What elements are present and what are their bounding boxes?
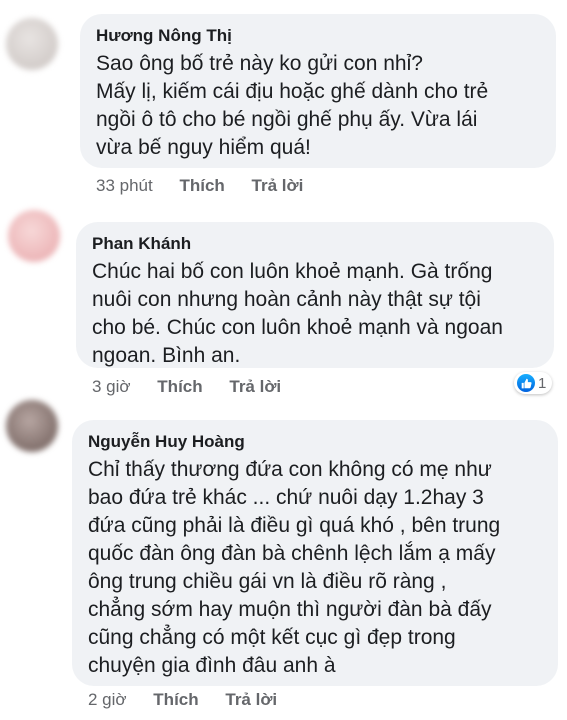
reaction-count-badge[interactable]: 1 [514, 372, 553, 394]
comment-bubble: Phan Khánh Chúc hai bố con luôn khoẻ mạn… [76, 222, 554, 368]
reaction-count: 1 [538, 374, 547, 392]
comment-text-line: cũng chẳng có một kết cục gì đẹp trong [88, 626, 456, 649]
comment-author[interactable]: Hương Nông Thị [96, 26, 540, 46]
comment-text-line: ngoan. Bình an. [92, 344, 241, 367]
comment-text-line: ông trung chiều gái vn là điều rõ ràng , [88, 570, 447, 593]
comment-text-line: Chúc hai bố con luôn khoẻ mạnh. Gà trống [92, 260, 493, 283]
comment-text-line: Chỉ thấy thương đứa con không có mẹ như [88, 458, 492, 481]
comment-timestamp[interactable]: 2 giờ [88, 690, 127, 709]
reply-button[interactable]: Trả lời [252, 176, 304, 195]
comment-text-line: vừa bế nguy hiểm quá! [96, 136, 311, 159]
thumbs-up-icon [517, 374, 535, 392]
comment-author[interactable]: Phan Khánh [92, 234, 538, 254]
comment-bubble: Hương Nông Thị Sao ông bố trẻ này ko gửi… [80, 14, 556, 168]
comment-text-line: bao đứa trẻ khác ... chứ nuôi dạy 1.2hay… [88, 486, 484, 509]
comment-text-line: Sao ông bố trẻ này ko gửi con nhỉ? [96, 52, 423, 75]
reply-button[interactable]: Trả lời [229, 377, 281, 396]
comment-text-line: đứa cũng phải là điều gì quá khó , bên t… [88, 514, 501, 537]
comment-text-line: nuôi con nhưng hoàn cảnh này thật sự tội [92, 288, 481, 311]
avatar[interactable] [6, 18, 58, 70]
comment-text-line: quốc đàn ông đàn bà chênh lệch lắm ạ mấy [88, 542, 496, 565]
like-button[interactable]: Thích [179, 176, 224, 195]
comment-text-line: Mấy lị, kiếm cái địu hoặc ghế dành cho t… [96, 80, 489, 103]
like-button[interactable]: Thích [153, 690, 198, 709]
comment-actions: 2 giờ Thích Trả lời [88, 690, 299, 710]
comment-actions: 33 phút Thích Trả lời [96, 176, 325, 196]
comment-actions: 3 giờ Thích Trả lời [92, 377, 303, 397]
reply-button[interactable]: Trả lời [225, 690, 277, 709]
comment-text-line: ngồi ô tô cho bé ngồi ghế phụ ấy. Vừa lá… [96, 108, 478, 131]
comment-timestamp[interactable]: 3 giờ [92, 377, 131, 396]
comment-text-line: chẳng sớm hay muộn thì người đàn bà đấy [88, 598, 492, 621]
avatar[interactable] [8, 210, 60, 262]
comment-timestamp[interactable]: 33 phút [96, 176, 153, 195]
avatar[interactable] [6, 400, 58, 452]
comment-text-line: cho bé. Chúc con luôn khoẻ mạnh và ngoan [92, 316, 503, 339]
comment-bubble: Nguyễn Huy Hoàng Chỉ thấy thương đứa con… [72, 420, 558, 686]
comment-author[interactable]: Nguyễn Huy Hoàng [88, 432, 542, 452]
like-button[interactable]: Thích [157, 377, 202, 396]
comment-text-line: chuyện gia đình đâu anh à [88, 654, 336, 677]
